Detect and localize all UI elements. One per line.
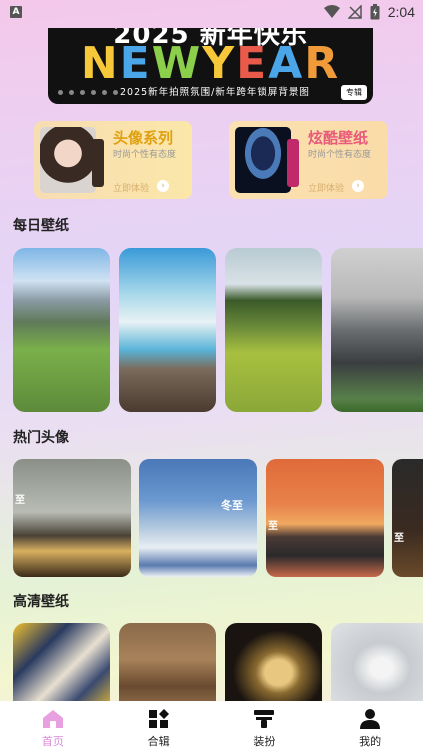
section-title-daily: 每日壁纸 — [13, 218, 69, 234]
no-signal-icon — [347, 5, 362, 19]
avatar-series-image-stack — [92, 139, 104, 187]
collection-icon — [148, 708, 169, 728]
wallpaper-thumbnail[interactable] — [13, 248, 110, 412]
tab-dressup[interactable]: 装扮 — [224, 709, 304, 749]
avatar-thumbnail[interactable]: 至 — [266, 459, 384, 577]
tab-label: 首页 — [41, 734, 64, 748]
section-title-hot-avatar: 热门头像 — [13, 430, 69, 446]
wallpaper-thumbnail[interactable] — [119, 248, 216, 412]
section-title-hd: 高清壁纸 — [13, 594, 69, 610]
tab-label: 装扮 — [253, 734, 276, 748]
hd-wallpaper-thumbnail[interactable] — [13, 623, 110, 713]
chevron-right-icon: › — [352, 180, 364, 192]
wallpaper-thumbnail[interactable] — [225, 248, 322, 412]
category-title: 炫酷壁纸 — [308, 129, 369, 147]
category-action: 立即体验 — [308, 184, 345, 194]
cool-wallpaper-card[interactable]: 炫酷壁纸 时尚个性有态度 立即体验 › — [229, 121, 388, 199]
cool-wallpaper-image-stack — [287, 139, 299, 187]
home-icon — [42, 709, 63, 728]
carousel-dots — [58, 90, 118, 95]
avatar-overlay-text: 至 — [394, 533, 404, 544]
hd-wallpaper-thumbnail[interactable] — [119, 623, 216, 713]
banner-letter: N — [80, 38, 120, 89]
tab-profile[interactable]: 我的 — [330, 708, 410, 749]
avatar-series-card[interactable]: 头像系列 时尚个性有态度 立即体验 › — [34, 121, 192, 199]
avatar-overlay-text: 至 — [15, 495, 25, 506]
avatar-overlay-text: 至 — [268, 521, 278, 532]
tab-collection[interactable]: 合辑 — [119, 708, 199, 749]
avatar-series-image — [40, 127, 96, 193]
category-subtitle: 时尚个性有态度 — [113, 150, 177, 160]
banner-letter: W — [151, 38, 203, 89]
profile-icon — [360, 708, 381, 729]
hd-wallpaper-thumbnail[interactable] — [225, 623, 322, 713]
bottom-tab-bar: 首页 合辑 装扮 我的 — [0, 701, 423, 756]
banner-letter: Y — [202, 38, 237, 89]
banner-letter: A — [268, 38, 305, 89]
battery-icon — [370, 4, 380, 20]
tab-label: 我的 — [359, 734, 382, 748]
category-title: 头像系列 — [113, 129, 174, 147]
banner-letter: E — [119, 38, 152, 89]
tab-label: 合辑 — [147, 734, 170, 748]
avatar-overlay-text: 冬至 — [221, 499, 243, 512]
tab-home[interactable]: 首页 — [13, 709, 93, 749]
clock: 2:04 — [387, 4, 415, 20]
chevron-right-icon: › — [157, 180, 169, 192]
banner-carousel[interactable]: 2025 新年快乐 NEWYEAR 2025新年拍照氛围/新年跨年锁屏背景图 专… — [48, 28, 373, 104]
notification-icon: A — [10, 6, 22, 18]
banner-letter: R — [304, 38, 341, 89]
cool-wallpaper-image — [235, 127, 291, 193]
banner-caption: 2025新年拍照氛围/新年跨年锁屏背景图 — [120, 87, 310, 98]
wallpaper-thumbnail[interactable] — [331, 248, 423, 412]
dressup-icon — [254, 709, 275, 728]
avatar-thumbnail[interactable]: 冬至 — [139, 459, 257, 577]
status-icons: 2:04 — [323, 3, 415, 21]
category-action: 立即体验 — [113, 184, 150, 194]
banner-tag: 专辑 — [341, 85, 367, 100]
hd-wallpaper-thumbnail[interactable] — [331, 623, 423, 713]
avatar-thumbnail[interactable]: 至 — [13, 459, 131, 577]
status-bar: A 2:04 — [0, 0, 423, 24]
category-subtitle: 时尚个性有态度 — [308, 150, 372, 160]
avatar-thumbnail[interactable]: 至 — [392, 459, 423, 577]
banner-title: NEWYEAR — [48, 38, 373, 89]
banner-letter: E — [236, 38, 269, 89]
wifi-icon — [323, 5, 340, 18]
